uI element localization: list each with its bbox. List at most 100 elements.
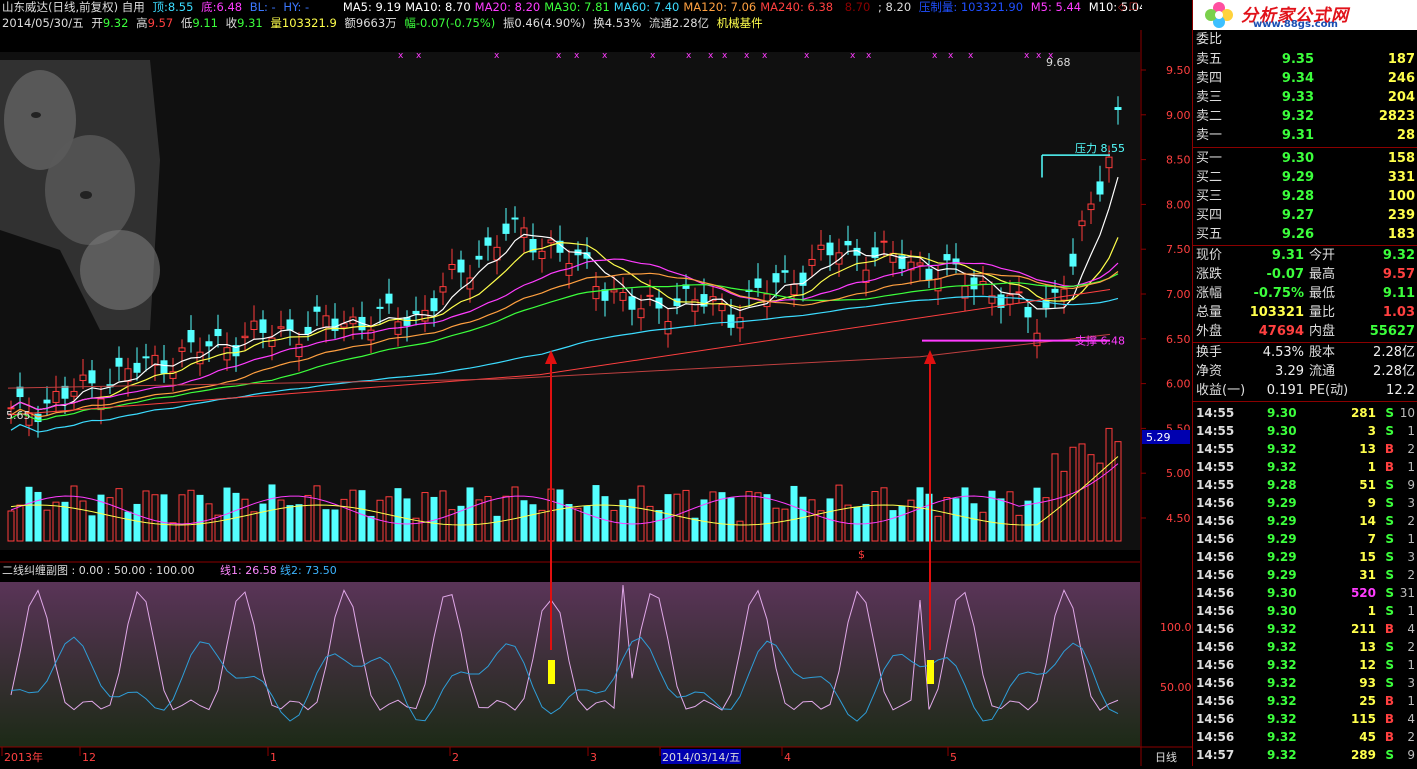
candle-body[interactable] <box>826 242 834 256</box>
candle-body[interactable] <box>142 356 150 359</box>
candle-body[interactable] <box>214 328 222 337</box>
kline-chart[interactable]: 9.509.008.508.007.507.006.506.005.505.00… <box>0 30 1192 766</box>
volume-bar[interactable] <box>295 504 303 542</box>
volume-bar[interactable] <box>835 484 843 542</box>
candle-body[interactable] <box>412 310 420 315</box>
volume-bar[interactable] <box>691 517 699 542</box>
candle-body[interactable] <box>457 259 465 273</box>
volume-bar[interactable] <box>1024 500 1032 542</box>
volume-bar[interactable] <box>799 496 807 542</box>
header-control-icons[interactable]: ◇ ☐ <box>1118 2 1140 14</box>
candle-body[interactable] <box>295 343 303 358</box>
volume-bar[interactable] <box>322 509 330 542</box>
volume-bar[interactable] <box>70 485 78 542</box>
volume-bar[interactable] <box>763 494 771 542</box>
candle-body[interactable] <box>727 314 735 328</box>
candle-body[interactable] <box>1105 156 1113 169</box>
volume-bar[interactable] <box>592 485 600 542</box>
candle-body[interactable] <box>115 357 123 367</box>
candle-body[interactable] <box>664 321 672 335</box>
volume-bar[interactable] <box>1015 514 1023 542</box>
volume-bar[interactable] <box>574 507 582 542</box>
candle-body[interactable] <box>1015 291 1023 294</box>
candle-body[interactable] <box>1024 306 1032 318</box>
candle-body[interactable] <box>808 258 816 266</box>
candle-body[interactable] <box>43 399 51 404</box>
volume-bar[interactable] <box>439 490 447 542</box>
volume-bar[interactable] <box>736 520 744 542</box>
volume-bar[interactable] <box>115 488 123 542</box>
volume-bar[interactable] <box>979 511 987 542</box>
candle-body[interactable] <box>943 254 951 261</box>
volume-bar[interactable] <box>169 522 177 542</box>
candle-body[interactable] <box>754 278 762 288</box>
volume-bar[interactable] <box>772 507 780 542</box>
volume-bar[interactable] <box>727 497 735 542</box>
volume-bar[interactable] <box>1078 443 1086 542</box>
volume-bar[interactable] <box>916 487 924 542</box>
volume-bar[interactable] <box>817 510 825 542</box>
candle-body[interactable] <box>835 252 843 265</box>
candle-body[interactable] <box>1078 220 1086 227</box>
volume-bar[interactable] <box>16 504 24 542</box>
volume-bar[interactable] <box>385 496 393 542</box>
volume-bar[interactable] <box>313 485 321 542</box>
candle-body[interactable] <box>880 240 888 243</box>
candle-body[interactable] <box>844 240 852 246</box>
volume-bar[interactable] <box>475 499 483 542</box>
candle-body[interactable] <box>304 326 312 334</box>
volume-bar[interactable] <box>565 504 573 542</box>
volume-bar[interactable] <box>1087 454 1095 542</box>
volume-bar[interactable] <box>394 488 402 542</box>
stock-title[interactable]: 山东威达(日线,前复权) 自用 <box>2 0 145 14</box>
candle-body[interactable] <box>1114 107 1122 111</box>
volume-bar[interactable] <box>709 491 717 542</box>
candle-body[interactable] <box>241 335 249 339</box>
candle-body[interactable] <box>979 281 987 285</box>
volume-bar[interactable] <box>898 505 906 542</box>
volume-bar[interactable] <box>520 500 528 542</box>
candle-body[interactable] <box>817 244 825 250</box>
volume-bar[interactable] <box>655 510 663 542</box>
candle-body[interactable] <box>502 223 510 234</box>
volume-bar[interactable] <box>700 499 708 542</box>
volume-bar[interactable] <box>142 490 150 542</box>
volume-bar[interactable] <box>529 504 537 542</box>
volume-bar[interactable] <box>790 485 798 542</box>
volume-bar[interactable] <box>493 515 501 542</box>
volume-bar[interactable] <box>943 497 951 542</box>
volume-bar[interactable] <box>1051 453 1059 542</box>
candle-body[interactable] <box>367 329 375 341</box>
volume-bar[interactable] <box>214 514 222 542</box>
volume-bar[interactable] <box>268 484 276 542</box>
candle-body[interactable] <box>1006 294 1014 305</box>
candle-body[interactable] <box>511 217 519 220</box>
volume-bar[interactable] <box>1033 487 1041 542</box>
volume-bar[interactable] <box>889 510 897 542</box>
volume-bar[interactable] <box>187 489 195 542</box>
volume-bar[interactable] <box>808 499 816 542</box>
candle-body[interactable] <box>403 317 411 326</box>
volume-bar[interactable] <box>331 509 339 542</box>
volume-bar[interactable] <box>952 498 960 542</box>
volume-bar[interactable] <box>502 495 510 542</box>
candle-body[interactable] <box>61 385 69 399</box>
candle-body[interactable] <box>790 283 798 296</box>
candle-body[interactable] <box>16 386 24 398</box>
volume-bar[interactable] <box>610 509 618 542</box>
volume-bar[interactable] <box>79 500 87 542</box>
volume-bar[interactable] <box>556 489 564 542</box>
logo-url[interactable]: www.88gs.com <box>1253 19 1338 30</box>
candle-body[interactable] <box>52 390 60 403</box>
candle-body[interactable] <box>439 286 447 293</box>
volume-bar[interactable] <box>421 492 429 542</box>
candle-body[interactable] <box>250 320 258 330</box>
volume-bar[interactable] <box>466 487 474 542</box>
candle-body[interactable] <box>619 292 627 301</box>
volume-bar[interactable] <box>250 511 258 542</box>
candle-body[interactable] <box>430 298 438 312</box>
volume-bar[interactable] <box>286 505 294 542</box>
candle-body[interactable] <box>376 306 384 309</box>
candle-body[interactable] <box>916 262 924 266</box>
candle-body[interactable] <box>1033 332 1041 347</box>
